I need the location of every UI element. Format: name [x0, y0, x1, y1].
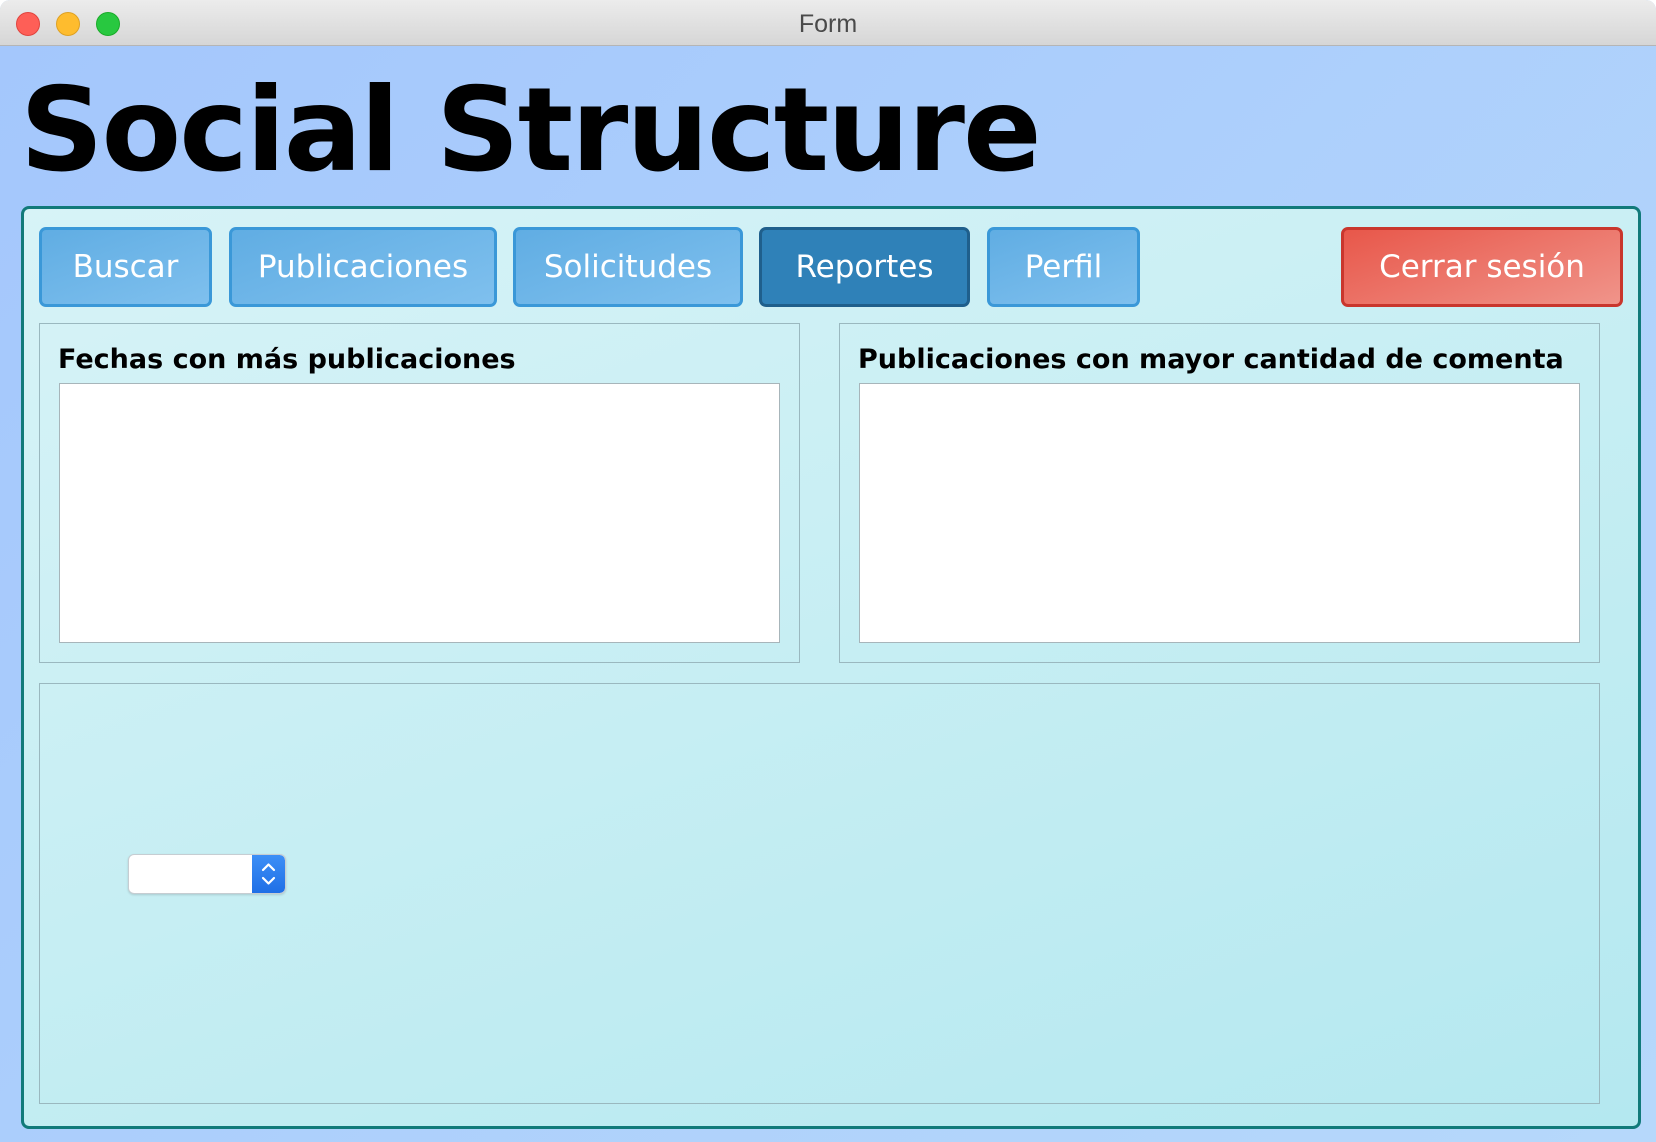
window-titlebar: Form: [0, 0, 1656, 46]
dates-report-list[interactable]: [59, 383, 780, 643]
updown-chevron-icon[interactable]: [252, 855, 285, 893]
app-window: Form Social Structure Buscar Publicacion…: [0, 0, 1656, 1142]
nav-button-publicaciones[interactable]: Publicaciones: [229, 227, 497, 307]
nav-button-reportes[interactable]: Reportes: [759, 227, 970, 307]
comments-report-list[interactable]: [859, 383, 1580, 643]
report-options-panel: [39, 683, 1600, 1104]
comments-report-panel: Publicaciones con mayor cantidad de come…: [839, 323, 1600, 663]
app-title: Social Structure: [20, 63, 1042, 198]
nav-button-buscar[interactable]: Buscar: [39, 227, 212, 307]
nav-button-solicitudes[interactable]: Solicitudes: [513, 227, 743, 307]
dates-report-panel: Fechas con más publicaciones: [39, 323, 800, 663]
comments-report-title: Publicaciones con mayor cantidad de come…: [858, 344, 1562, 375]
main-panel: Buscar Publicaciones Solicitudes Reporte…: [21, 206, 1641, 1129]
window-content: Social Structure Buscar Publicaciones So…: [0, 46, 1656, 1142]
window-title: Form: [798, 10, 858, 38]
dates-report-title: Fechas con más publicaciones: [58, 344, 516, 375]
logout-button[interactable]: Cerrar sesión: [1341, 227, 1623, 307]
nav-button-perfil[interactable]: Perfil: [987, 227, 1140, 307]
report-selector[interactable]: [128, 854, 286, 894]
